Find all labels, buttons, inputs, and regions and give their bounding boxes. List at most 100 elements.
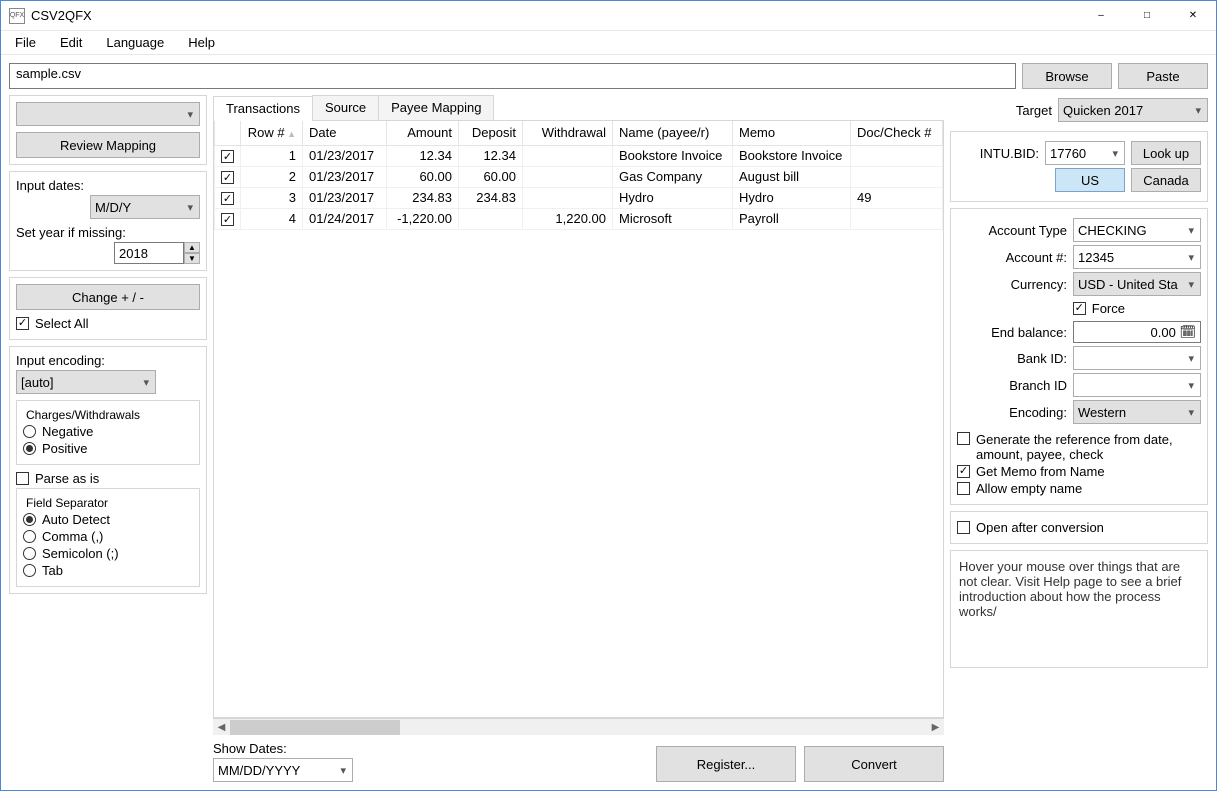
select-all-label: Select All [35,316,88,331]
table-row[interactable]: ✓201/23/201760.0060.00Gas CompanyAugust … [215,166,943,187]
target-combo[interactable]: Quicken 2017 [1058,98,1208,122]
account-num-label: Account #: [1006,250,1067,265]
intubid-combo[interactable]: 17760 [1045,141,1125,165]
menu-file[interactable]: File [5,33,46,52]
menu-help[interactable]: Help [178,33,225,52]
col-check[interactable] [215,121,241,145]
col-name[interactable]: Name (payee/r) [613,121,733,145]
mapping-panel: Review Mapping [9,95,207,165]
mapping-combo[interactable] [16,102,200,126]
client-area: sample.csv Browse Paste Review Mapping I… [1,55,1216,790]
main-row: Review Mapping Input dates: M/D/Y Set ye… [9,95,1208,782]
left-panel: Review Mapping Input dates: M/D/Y Set ye… [9,95,207,782]
encoding-panel: Input encoding: [auto] Charges/Withdrawa… [9,346,207,594]
bottom-bar: Show Dates: MM/DD/YYYY Register... Conve… [213,735,944,782]
paste-button[interactable]: Paste [1118,63,1208,89]
col-deposit[interactable]: Deposit [459,121,523,145]
table-row[interactable]: ✓101/23/201712.3412.34Bookstore InvoiceB… [215,145,943,166]
col-withdrawal[interactable]: Withdrawal [523,121,613,145]
set-year-value[interactable]: 2018 [114,242,184,264]
branch-id-combo[interactable] [1073,373,1201,397]
open-after-panel: Open after conversion [950,511,1208,544]
minimize-button[interactable]: – [1078,1,1124,31]
tab-payee-mapping[interactable]: Payee Mapping [378,95,494,120]
open-after-checkbox[interactable]: Open after conversion [957,520,1201,535]
scroll-thumb[interactable] [230,720,400,735]
dates-panel: Input dates: M/D/Y Set year if missing: … [9,171,207,271]
intubid-label: INTU.BID: [980,146,1039,161]
review-mapping-button[interactable]: Review Mapping [16,132,200,158]
table-row[interactable]: ✓301/23/2017234.83234.83HydroHydro49 [215,187,943,208]
input-dates-combo[interactable]: M/D/Y [90,195,200,219]
register-button[interactable]: Register... [656,746,796,782]
input-encoding-label: Input encoding: [16,353,200,368]
app-icon: QFX [9,8,25,24]
file-row: sample.csv Browse Paste [9,63,1208,89]
get-memo-checkbox[interactable]: ✓Get Memo from Name [957,464,1201,479]
horizontal-scrollbar[interactable]: ◀ ▶ [213,718,944,735]
account-type-label: Account Type [988,223,1067,238]
sep-tab-radio[interactable]: Tab [23,563,193,578]
calendar-icon[interactable]: 🗓 [1179,324,1196,340]
tab-source[interactable]: Source [312,95,379,120]
set-year-label: Set year if missing: [16,225,200,240]
convert-button[interactable]: Convert [804,746,944,782]
file-path-input[interactable]: sample.csv [9,63,1016,89]
spin-down-icon[interactable]: ▼ [184,253,200,264]
account-num-combo[interactable]: 12345 [1073,245,1201,269]
col-amount[interactable]: Amount [387,121,459,145]
allow-empty-checkbox[interactable]: Allow empty name [957,481,1201,496]
scroll-right-icon[interactable]: ▶ [927,719,944,736]
transactions-table: Row # Date Amount Deposit Withdrawal Nam… [214,121,943,230]
spin-up-icon[interactable]: ▲ [184,242,200,253]
bank-id-combo[interactable] [1073,346,1201,370]
tab-transactions[interactable]: Transactions [213,96,313,121]
parse-as-is-checkbox[interactable]: Parse as is [16,471,200,486]
separator-fieldset: Field Separator Auto Detect Comma (,) Se… [16,488,200,587]
branch-id-label: Branch ID [1009,378,1067,393]
show-dates-combo[interactable]: MM/DD/YYYY [213,758,353,782]
us-button[interactable]: US [1055,168,1125,192]
change-sign-button[interactable]: Change + / - [16,284,200,310]
help-tip: Hover your mouse over things that are no… [950,550,1208,668]
scroll-left-icon[interactable]: ◀ [213,719,230,736]
generate-ref-checkbox[interactable]: Generate the reference from date, amount… [957,432,1201,462]
col-date[interactable]: Date [303,121,387,145]
currency-combo[interactable]: USD - United Sta [1073,272,1201,296]
end-balance-label: End balance: [991,325,1067,340]
canada-button[interactable]: Canada [1131,168,1201,192]
tabs: Transactions Source Payee Mapping [213,95,944,121]
close-button[interactable]: ✕ [1170,1,1216,31]
select-all-checkbox[interactable]: ✓Select All [16,316,200,331]
lookup-button[interactable]: Look up [1131,141,1201,165]
charges-negative-radio[interactable]: Negative [23,424,193,439]
sep-comma-radio[interactable]: Comma (,) [23,529,193,544]
force-checkbox[interactable]: ✓Force [1073,301,1125,316]
maximize-button[interactable]: □ [1124,1,1170,31]
transactions-grid: Row # Date Amount Deposit Withdrawal Nam… [213,121,944,718]
input-encoding-combo[interactable]: [auto] [16,370,156,394]
col-doc[interactable]: Doc/Check # [851,121,943,145]
account-type-combo[interactable]: CHECKING [1073,218,1201,242]
target-row: Target Quicken 2017 [950,98,1208,122]
intubid-panel: INTU.BID: 17760 Look up US Canada [950,131,1208,202]
menu-edit[interactable]: Edit [50,33,92,52]
sep-auto-radio[interactable]: Auto Detect [23,512,193,527]
menu-language[interactable]: Language [96,33,174,52]
window-title: CSV2QFX [31,8,1078,23]
col-row[interactable]: Row # [241,121,303,145]
end-balance-input[interactable]: 0.00 🗓 [1073,321,1201,343]
currency-label: Currency: [1011,277,1067,292]
charges-legend: Charges/Withdrawals [23,408,143,422]
browse-button[interactable]: Browse [1022,63,1112,89]
sep-semicolon-radio[interactable]: Semicolon (;) [23,546,193,561]
charges-positive-radio[interactable]: Positive [23,441,193,456]
right-panel: Target Quicken 2017 INTU.BID: 17760 Look… [950,95,1208,782]
col-memo[interactable]: Memo [733,121,851,145]
table-row[interactable]: ✓401/24/2017-1,220.001,220.00MicrosoftPa… [215,208,943,229]
separator-legend: Field Separator [23,496,111,510]
titlebar: QFX CSV2QFX – □ ✕ [1,1,1216,31]
output-encoding-combo[interactable]: Western [1073,400,1201,424]
set-year-spinner[interactable]: 2018 ▲▼ [16,242,200,264]
show-dates-label: Show Dates: [213,741,353,756]
